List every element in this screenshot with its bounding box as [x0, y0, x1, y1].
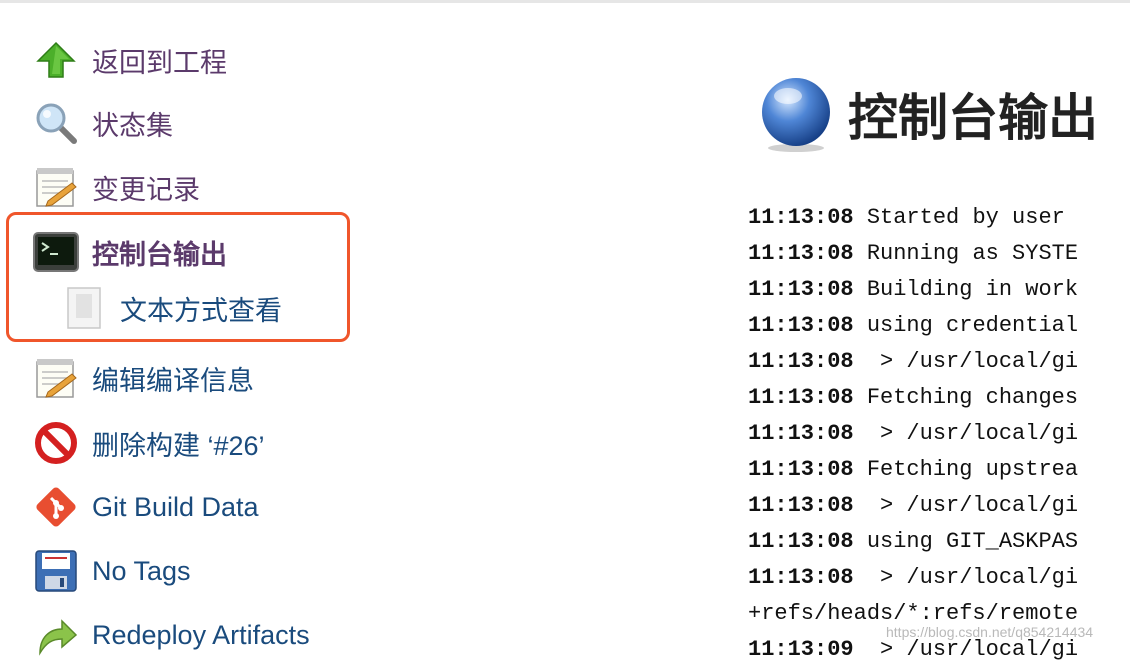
sidebar-item-back-to-project[interactable]: 返回到工程	[32, 35, 227, 85]
console-text: Started by user	[853, 205, 1065, 230]
sidebar-item-changes[interactable]: 变更记录	[32, 162, 200, 212]
sidebar-item-status[interactable]: 状态集	[32, 98, 173, 148]
console-text: Fetching upstrea	[853, 457, 1079, 482]
document-icon	[64, 284, 104, 332]
console-line: 11:13:08 > /usr/local/gi	[748, 560, 1130, 596]
sidebar-item-label: 返回到工程	[92, 47, 227, 78]
console-line: 11:13:08 Building in work	[748, 272, 1130, 308]
console-timestamp: 11:13:08	[748, 313, 854, 338]
console-line: 11:13:08 Started by user	[748, 200, 1130, 236]
console-timestamp: 11:13:08	[748, 529, 854, 554]
console-line: 11:13:08 > /usr/local/gi	[748, 488, 1130, 524]
console-text: > /usr/local/gi	[853, 637, 1079, 662]
console-timestamp: 11:13:08	[748, 277, 854, 302]
console-line: 11:13:08 Fetching changes	[748, 380, 1130, 416]
console-timestamp: 11:13:08	[748, 349, 854, 374]
page-title: 控制台输出	[848, 90, 1098, 146]
sidebar-item-label: 控制台输出	[92, 239, 227, 270]
console-timestamp: 11:13:08	[748, 457, 854, 482]
up-arrow-icon	[32, 36, 80, 84]
sidebar-item-label: 文本方式查看	[120, 295, 282, 326]
console-line: 11:13:08 > /usr/local/gi	[748, 416, 1130, 452]
sidebar-item-git-build-data[interactable]: Git Build Data	[32, 482, 259, 532]
console-text: > /usr/local/gi	[853, 349, 1079, 374]
no-entry-icon	[32, 419, 80, 467]
blue-ball-icon	[762, 78, 830, 152]
console-text: Building in work	[853, 277, 1079, 302]
notepad-icon	[32, 354, 80, 402]
sidebar-item-no-tags[interactable]: No Tags	[32, 546, 191, 596]
watermark: https://blog.csdn.net/q854214434	[886, 624, 1094, 640]
console-line: 11:13:08 Fetching upstrea	[748, 452, 1130, 488]
page-heading: 控制台输出	[756, 74, 1098, 154]
console-timestamp: 11:13:08	[748, 205, 854, 230]
console-timestamp: 11:13:09	[748, 637, 854, 662]
sidebar-item-label: 状态集	[92, 110, 173, 141]
sidebar-item-label: Redeploy Artifacts	[92, 619, 310, 650]
console-text: > /usr/local/gi	[853, 565, 1079, 590]
console-text: > /usr/local/gi	[853, 493, 1079, 518]
console-line: 11:13:08 > /usr/local/gi	[748, 344, 1130, 380]
console-text: Fetching changes	[853, 385, 1079, 410]
magnifier-icon	[32, 99, 80, 147]
console-timestamp: 11:13:08	[748, 421, 854, 446]
sidebar-item-edit-build-info[interactable]: 编辑编译信息	[32, 353, 254, 403]
console-text: using credential	[853, 313, 1079, 338]
sidebar-item-label: No Tags	[92, 555, 191, 586]
sidebar-item-view-as-plain-text[interactable]: 文本方式查看	[64, 283, 282, 333]
console-text: > /usr/local/gi	[853, 421, 1079, 446]
console-line: 11:13:08 using GIT_ASKPAS	[748, 524, 1130, 560]
sidebar-item-delete-build[interactable]: 删除构建 ‘#26’	[32, 418, 265, 468]
console-output: 11:13:08 Started by user 11:13:08 Running…	[748, 200, 1130, 668]
git-icon	[32, 483, 80, 531]
terminal-icon	[32, 228, 80, 276]
top-border	[0, 0, 1130, 3]
console-line: 11:13:08 using credential	[748, 308, 1130, 344]
sidebar-item-label: 变更记录	[92, 174, 200, 205]
floppy-disk-icon	[32, 547, 80, 595]
console-line: 11:13:08 Running as SYSTE	[748, 236, 1130, 272]
console-timestamp: 11:13:08	[748, 493, 854, 518]
console-text: using GIT_ASKPAS	[853, 529, 1079, 554]
notepad-icon	[32, 163, 80, 211]
console-timestamp: 11:13:08	[748, 565, 854, 590]
sidebar-item-label: 编辑编译信息	[92, 365, 254, 396]
console-timestamp: 11:13:08	[748, 241, 854, 266]
console-text: Running as SYSTE	[853, 241, 1079, 266]
console-timestamp: 11:13:08	[748, 385, 854, 410]
sidebar-item-label: 删除构建 ‘#26’	[92, 430, 265, 461]
console-text: +refs/heads/*:refs/remote	[748, 601, 1079, 626]
sidebar-item-console-output[interactable]: 控制台输出	[32, 227, 227, 277]
sidebar-item-redeploy-artifacts[interactable]: Redeploy Artifacts	[32, 610, 310, 660]
sidebar-item-label: Git Build Data	[92, 491, 259, 522]
